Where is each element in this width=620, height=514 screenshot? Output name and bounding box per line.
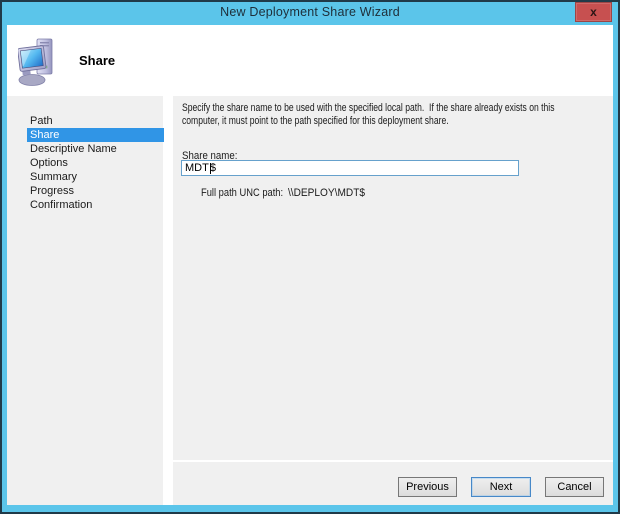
computer-icon	[17, 36, 56, 88]
sidebar-item-summary[interactable]: Summary	[27, 170, 164, 184]
cancel-button[interactable]: Cancel	[545, 477, 604, 497]
previous-button[interactable]: Previous	[398, 477, 457, 497]
dialog-body: Share Path Share Descriptive Name Option…	[7, 25, 613, 505]
input-text-after-caret: $	[209, 162, 216, 174]
sidebar-item-descriptive-name[interactable]: Descriptive Name	[27, 142, 164, 156]
close-icon: x	[590, 5, 597, 19]
sidebar-item-path[interactable]: Path	[27, 114, 164, 128]
content-panel	[173, 96, 613, 460]
page-title: Share	[79, 53, 116, 68]
next-button[interactable]: Next	[471, 477, 531, 497]
input-text-before-caret: MDT	[185, 162, 209, 174]
unc-path-value: \\DEPLOY\MDT$	[288, 187, 366, 199]
share-name-input[interactable]: MDT $	[181, 160, 519, 176]
sidebar-item-options[interactable]: Options	[27, 156, 164, 170]
wizard-window: New Deployment Share Wizard x Share Path…	[0, 0, 620, 514]
sidebar-item-confirmation[interactable]: Confirmation	[27, 198, 164, 212]
close-button[interactable]: x	[575, 2, 612, 22]
window-title: New Deployment Share Wizard	[220, 5, 400, 19]
titlebar[interactable]: New Deployment Share Wizard x	[2, 2, 618, 25]
sidebar-item-progress[interactable]: Progress	[27, 184, 164, 198]
sidebar-item-share[interactable]: Share	[27, 128, 164, 142]
wizard-steps-nav: Path Share Descriptive Name Options Summ…	[27, 114, 164, 212]
unc-path-label: Full path UNC path:	[201, 187, 284, 199]
instruction-text-line2: computer, it must point to the path spec…	[182, 115, 449, 127]
instruction-text-line1: Specify the share name to be used with t…	[182, 102, 555, 114]
